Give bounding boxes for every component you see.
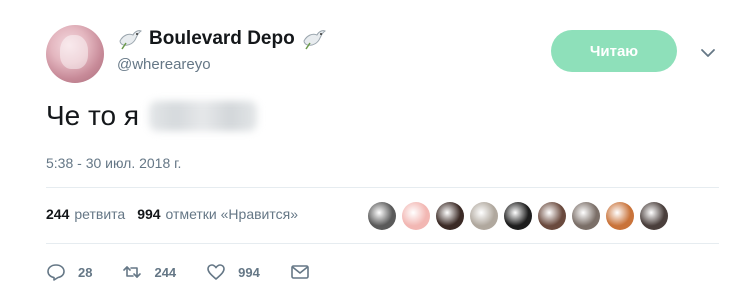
retweet-icon bbox=[123, 266, 142, 278]
tweet-text-visible: Че то я bbox=[46, 100, 140, 131]
divider bbox=[46, 187, 719, 188]
divider bbox=[46, 243, 719, 244]
retweets-count: 244 bbox=[46, 206, 70, 222]
reply-icon bbox=[47, 264, 65, 281]
liker-avatar[interactable] bbox=[572, 202, 600, 230]
likers-avatars bbox=[368, 202, 674, 230]
dove-icon bbox=[117, 27, 143, 51]
retweets-label: ретвита bbox=[74, 206, 126, 222]
like-count: 994 bbox=[238, 264, 260, 280]
likes-stat[interactable]: 994 отметки «Нравится» bbox=[137, 206, 298, 222]
retweet-button[interactable]: 244 bbox=[122, 262, 176, 282]
avatar[interactable] bbox=[46, 25, 104, 83]
direct-message-button[interactable] bbox=[290, 262, 310, 282]
tweet-timestamp[interactable]: 5:38 - 30 июл. 2018 г. bbox=[46, 155, 181, 171]
liker-avatar[interactable] bbox=[504, 202, 532, 230]
display-name[interactable]: Boulevard Depo bbox=[149, 28, 295, 50]
tweet-stats: 244 ретвита 994 отметки «Нравится» bbox=[46, 206, 298, 222]
user-name-row[interactable]: Boulevard Depo bbox=[117, 26, 327, 52]
heart-icon bbox=[207, 264, 225, 280]
likes-count: 994 bbox=[137, 206, 161, 222]
liker-avatar[interactable] bbox=[436, 202, 464, 230]
dove-icon bbox=[301, 27, 327, 51]
likes-label: отметки «Нравится» bbox=[165, 206, 298, 222]
liker-avatar[interactable] bbox=[368, 202, 396, 230]
user-handle[interactable]: @whereareyo bbox=[117, 56, 211, 73]
liker-avatar[interactable] bbox=[538, 202, 566, 230]
liker-avatar[interactable] bbox=[640, 202, 668, 230]
reply-button[interactable]: 28 bbox=[46, 262, 92, 282]
blurred-text bbox=[149, 101, 258, 131]
retweets-stat[interactable]: 244 ретвита bbox=[46, 206, 125, 222]
liker-avatar[interactable] bbox=[470, 202, 498, 230]
retweet-count: 244 bbox=[154, 264, 177, 280]
reply-count: 28 bbox=[78, 264, 93, 280]
tweet-actions: 28 244 994 bbox=[46, 262, 340, 282]
chevron-down-icon[interactable] bbox=[698, 43, 718, 63]
follow-button[interactable]: Читаю bbox=[551, 30, 677, 72]
envelope-icon bbox=[291, 265, 309, 279]
like-button[interactable]: 994 bbox=[206, 262, 260, 282]
liker-avatar[interactable] bbox=[606, 202, 634, 230]
liker-avatar[interactable] bbox=[402, 202, 430, 230]
tweet-text: Че то я bbox=[46, 100, 258, 132]
